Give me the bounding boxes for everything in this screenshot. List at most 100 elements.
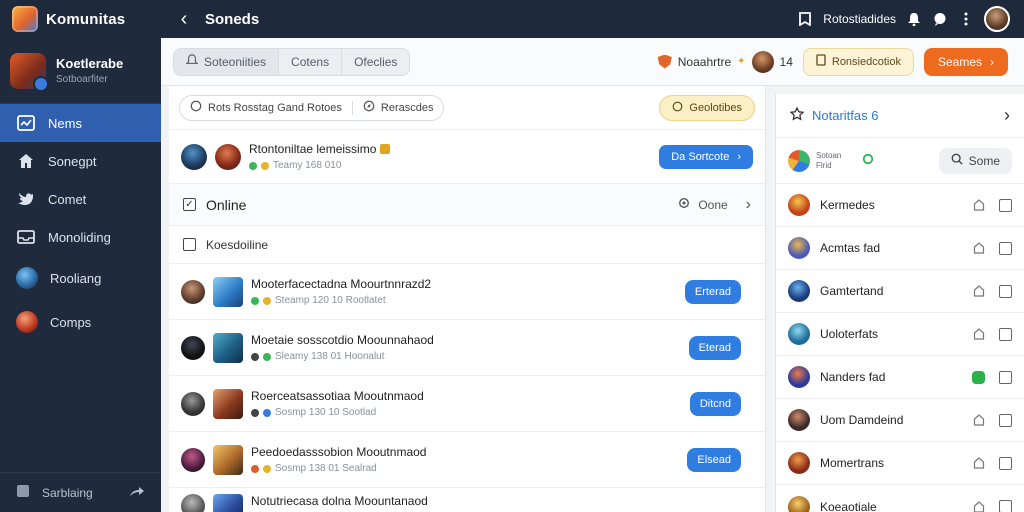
select-checkbox[interactable] <box>999 241 1012 255</box>
avatar <box>215 143 241 170</box>
more-vertical-icon[interactable] <box>958 11 974 27</box>
list-item[interactable]: Moetaie sosscotdio Moounnahaod Sleamy 13… <box>169 320 765 376</box>
game-avatar-icon <box>16 267 38 289</box>
featured-action-button[interactable]: Da Sortcote › <box>659 144 753 169</box>
refresh-icon[interactable] <box>862 153 874 168</box>
avatar <box>788 409 810 431</box>
list-item[interactable]: Uom Damdeind <box>776 399 1024 442</box>
row-meta-text: Sosmp 130 10 Sootlad <box>275 407 377 418</box>
row-meta: Sosmp 130 10 Sootlad <box>251 407 424 418</box>
list-item[interactable]: Koeaotiale <box>776 485 1024 512</box>
page-title: Soneds <box>205 10 260 28</box>
panel-header[interactable]: Notaritfas 6 › <box>776 94 1024 138</box>
list-item[interactable]: Momertrans <box>776 442 1024 485</box>
list-item[interactable]: Kermedes <box>776 184 1024 227</box>
section-options[interactable]: Oone › <box>678 196 751 214</box>
tab-offline[interactable]: Ofeclies <box>342 49 409 75</box>
sidebar-item-news[interactable]: Nems <box>0 104 161 142</box>
settings-icon <box>16 484 30 501</box>
status-dot-icon <box>251 352 259 361</box>
status-dot-icon <box>263 408 271 417</box>
list-item[interactable]: Notutriecasa dolna Moountanaod <box>169 488 765 512</box>
profile-subtitle: Sotboarfiter <box>56 74 108 85</box>
row-action-button[interactable]: Ditcnd <box>689 391 741 416</box>
sidebar-item-monitoring[interactable]: Monoliding <box>0 218 161 256</box>
search-icon <box>951 153 963 168</box>
row-title: Peedoedasssobion Mooutnmaod <box>251 445 427 459</box>
row-title: Roerceatsassotiaa Mooutnmaod <box>251 389 424 403</box>
home-outline-icon[interactable] <box>973 457 985 469</box>
select-checkbox[interactable] <box>999 500 1012 512</box>
avatar <box>181 143 207 170</box>
primary-action-button[interactable]: Seames › <box>923 47 1008 76</box>
main-area: Soteoniities Cotens Ofeclies Noaahrtre ✦… <box>161 38 1024 512</box>
row-title: Moetaie sosscotdio Moounnahaod <box>251 333 434 347</box>
notifications-summary[interactable]: Noaahrtre ✦ 14 <box>657 50 793 73</box>
home-outline-icon[interactable] <box>973 500 985 512</box>
bookmark-icon[interactable] <box>797 11 813 27</box>
sidebar-profile[interactable]: Koetlerabe Sotboarfiter <box>0 38 161 104</box>
avatar <box>751 50 774 73</box>
home-outline-icon[interactable] <box>973 328 985 340</box>
sidebar-item-comps[interactable]: Comps <box>0 300 161 344</box>
panel-search-button[interactable]: Some <box>938 147 1012 174</box>
share-arrow-icon[interactable] <box>129 485 145 500</box>
category-chip-label: Geolotibes <box>689 101 742 114</box>
select-checkbox[interactable] <box>999 327 1012 341</box>
status-dot-icon <box>261 161 269 170</box>
avatar <box>788 280 810 302</box>
sidebar-footer[interactable]: Sarblaing <box>0 472 161 512</box>
home-outline-icon[interactable] <box>973 414 985 426</box>
back-arrow-icon[interactable]: ‹ <box>169 8 199 31</box>
brand[interactable]: Komunitas <box>0 0 161 38</box>
category-chip[interactable]: Geolotibes <box>659 94 755 121</box>
sidebar-item-rooliang[interactable]: Rooliang <box>0 256 161 300</box>
chat-icon[interactable] <box>932 11 948 27</box>
sidebar-item-label: Monoliding <box>48 229 111 245</box>
list-item[interactable]: Gamtertand <box>776 270 1024 313</box>
inbox-icon <box>16 227 36 247</box>
home-outline-icon[interactable] <box>973 199 985 211</box>
sidebar-item-home[interactable]: Sonegpt <box>0 142 161 180</box>
avatar <box>788 194 810 216</box>
select-checkbox[interactable] <box>999 456 1012 470</box>
list-item[interactable]: Roerceatsassotiaa Mooutnmaod Sosmp 130 1… <box>169 376 765 432</box>
subheader-checkbox[interactable] <box>183 238 196 251</box>
select-checkbox[interactable] <box>999 284 1012 298</box>
tab-content[interactable]: Cotens <box>279 48 343 75</box>
row-action-button[interactable]: Elsead <box>687 447 741 472</box>
avatar <box>181 279 205 304</box>
status-pill[interactable]: Ronsiedcotiok <box>802 47 914 76</box>
select-checkbox[interactable] <box>999 198 1012 212</box>
star-outline-icon <box>789 106 805 124</box>
row-action-button[interactable]: Eterad <box>688 335 741 360</box>
list-item[interactable]: Nanders fad <box>776 356 1024 399</box>
row-meta: Sosmp 138 01 Sealrad <box>251 463 426 474</box>
profile-avatar <box>10 52 49 92</box>
row-action-button[interactable]: Erterad <box>684 279 741 304</box>
sidebar-item-label: Nems <box>48 115 82 131</box>
game-avatar-icon <box>16 311 38 333</box>
select-checkbox[interactable] <box>999 413 1012 427</box>
avatar <box>181 494 205 512</box>
online-checkbox[interactable]: ✓ <box>183 198 196 211</box>
home-outline-icon[interactable] <box>973 242 985 254</box>
list-item[interactable]: Peedoedasssobion Mooutnmaod Sosmp 138 01… <box>169 432 765 488</box>
notif-count: 14 <box>779 54 793 69</box>
list-item[interactable]: Mooterfacectadna Moourtnnrazd2 Steamp 12… <box>169 264 765 320</box>
settings-cog-icon <box>678 197 690 212</box>
user-avatar[interactable] <box>984 6 1010 32</box>
search-filter[interactable]: Rots Rosstag Gand Rotoes Rerascdes <box>179 94 445 121</box>
list-item[interactable]: Uoloterfats <box>776 313 1024 356</box>
home-outline-icon[interactable] <box>973 285 985 297</box>
tab-activities[interactable]: Soteoniities <box>174 48 280 75</box>
toggle-on-icon[interactable] <box>972 370 985 384</box>
avatar <box>788 323 810 345</box>
game-thumbnail <box>213 494 243 512</box>
sidebar-item-comet[interactable]: Comet <box>0 180 161 218</box>
select-checkbox[interactable] <box>999 370 1012 384</box>
sidebar-footer-label: Sarblaing <box>42 485 93 500</box>
bell-icon[interactable] <box>906 11 922 27</box>
chevron-right-icon[interactable]: › <box>1004 105 1010 126</box>
list-item[interactable]: Acmtas fad <box>776 227 1024 270</box>
